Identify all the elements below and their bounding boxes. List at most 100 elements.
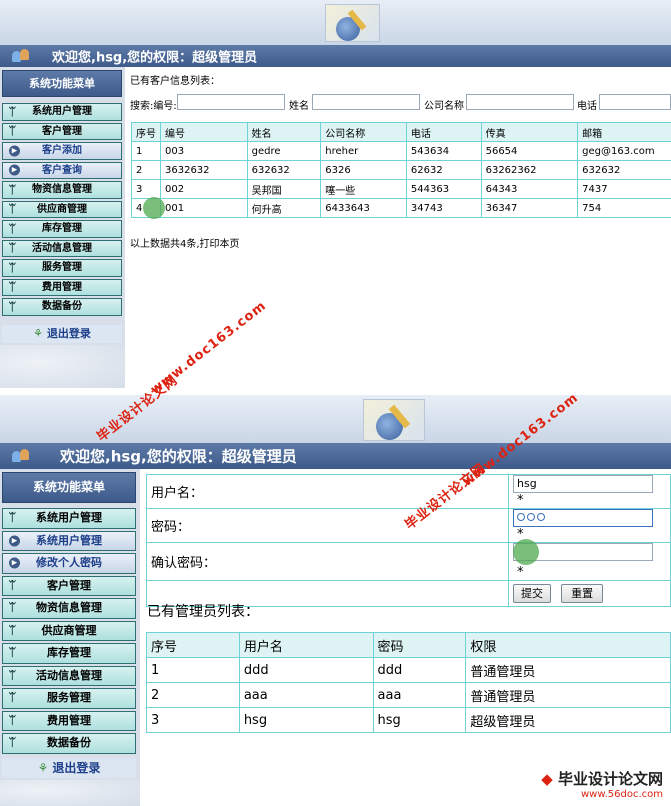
sidebar-item-label: 数据备份 bbox=[47, 736, 91, 749]
table-cell: 吴邦国 bbox=[246, 179, 322, 199]
table-cell: 2 bbox=[146, 682, 240, 708]
sidebar-item[interactable]: ᛠ 库存管理 bbox=[2, 220, 122, 238]
username-input[interactable]: hsg bbox=[513, 475, 653, 493]
column-header: 姓名 bbox=[246, 122, 322, 142]
sidebar-item[interactable]: ▶ 客户添加 bbox=[2, 142, 122, 160]
password-form: 用户名： hsg * 密码： * 确认密码： * 提交 重置 bbox=[146, 474, 671, 607]
sidebar-item[interactable]: ᛠ 服务管理 bbox=[2, 259, 122, 277]
table-cell: 1 bbox=[146, 657, 240, 683]
table-row[interactable]: 4 001 何升高 6433643 34743 36347 754 bbox=[131, 198, 671, 218]
logout-icon: ⚘ bbox=[33, 327, 43, 340]
sidebar-item[interactable]: ᛠ 服务管理 bbox=[2, 688, 136, 709]
table-cell: 36347 bbox=[480, 198, 579, 218]
sidebar-item-label: 活动信息管理 bbox=[36, 668, 102, 682]
sidebar-item-label: 数据备份 bbox=[42, 301, 82, 312]
table-row[interactable]: 3 hsg hsg 超级管理员 bbox=[146, 707, 671, 733]
sidebar-item[interactable]: ᛠ 数据备份 bbox=[2, 298, 122, 316]
logout-label: 退出登录 bbox=[52, 761, 101, 775]
table-cell: 62632 bbox=[405, 160, 482, 180]
sidebar-item-label: 活动信息管理 bbox=[32, 242, 92, 254]
table-cell: 普通管理员 bbox=[465, 657, 671, 683]
sidebar-item[interactable]: ᛠ 物资信息管理 bbox=[2, 181, 122, 199]
sidebar-item[interactable]: ᛠ 库存管理 bbox=[2, 643, 136, 664]
column-header: 用户名 bbox=[238, 632, 374, 658]
tool-icon: ᛠ bbox=[9, 691, 16, 704]
search-company-label: 公司名称 bbox=[424, 101, 464, 112]
required-mark: * bbox=[517, 493, 524, 508]
sidebar: 系统功能菜单 ᛠ 系统用户管理 ▶ 系统用户管理 ▶ 修改个人密码 ᛠ 客户管理 ᛠ 物资信息管理… bbox=[0, 469, 140, 806]
sidebar-item[interactable]: ▶ 修改个人密码 bbox=[2, 553, 136, 574]
tool-icon: ᛠ bbox=[9, 202, 16, 216]
sidebar-item[interactable]: ᛠ 物资信息管理 bbox=[2, 598, 136, 619]
footer-site-cn: 毕业设计论文网 bbox=[557, 770, 663, 788]
column-header: 电话 bbox=[405, 122, 482, 142]
sidebar-item[interactable]: ▶ 系统用户管理 bbox=[2, 530, 136, 551]
sidebar-item-label: 物资信息管理 bbox=[36, 601, 102, 614]
table-cell: 6326 bbox=[320, 160, 407, 180]
welcome-text: 欢迎您,hsg,您的权限：超级管理员 bbox=[60, 447, 297, 466]
logout-button[interactable]: ⚘ 退出登录 bbox=[2, 325, 122, 343]
sidebar-item-label: 客户查询 bbox=[42, 164, 82, 176]
table-row[interactable]: 3 002 吴邦国 噻一些 544363 64343 7437 bbox=[131, 179, 671, 199]
sidebar-item[interactable]: ᛠ 客户管理 bbox=[2, 122, 122, 140]
table-row[interactable]: 2 3632632 632632 6326 62632 63262362 632632 bbox=[131, 160, 671, 180]
column-header: 编号 bbox=[160, 122, 248, 142]
sidebar-item-label: 修改个人密码 bbox=[36, 556, 102, 569]
sidebar-item[interactable]: ᛠ 活动信息管理 bbox=[2, 239, 122, 257]
search-name-input[interactable] bbox=[312, 94, 420, 110]
sidebar-item-label: 物资信息管理 bbox=[32, 184, 92, 195]
table-row[interactable]: 1 ddd ddd 普通管理员 bbox=[146, 657, 671, 683]
tool-icon: ᛠ bbox=[9, 183, 16, 196]
table-cell: 632632 bbox=[246, 160, 322, 180]
logout-button[interactable]: ⚘ 退出登录 bbox=[2, 758, 136, 778]
sidebar-item[interactable]: ᛠ 活动信息管理 bbox=[2, 665, 136, 686]
table-cell: 003 bbox=[160, 141, 248, 161]
search-code-input[interactable] bbox=[177, 94, 285, 110]
sidebar-item-label: 服务管理 bbox=[42, 262, 82, 273]
sidebar-item[interactable]: ᛠ 客户管理 bbox=[2, 575, 136, 596]
arrow-circle-icon: ▶ bbox=[9, 145, 20, 157]
users-icon bbox=[12, 449, 32, 463]
search-company-input[interactable] bbox=[466, 94, 574, 110]
table-cell: 63262362 bbox=[480, 160, 579, 180]
admin-table: 序号 用户名 密码 权限 1 ddd ddd 普通管理员 2 aaa aaa 普通管理员 3 hsg hsg… bbox=[146, 632, 671, 733]
arrow-circle-icon: ▶ bbox=[9, 557, 20, 569]
logout-label: 退出登录 bbox=[46, 327, 91, 340]
confirm-password-label: 确认密码： bbox=[151, 556, 217, 571]
map-decoration bbox=[0, 345, 125, 388]
sidebar-item[interactable]: ᛠ 系统用户管理 bbox=[2, 508, 136, 529]
table-cell: 543634 bbox=[405, 141, 482, 161]
tool-icon: ᛠ bbox=[9, 623, 16, 637]
reset-button[interactable]: 重置 bbox=[561, 584, 604, 603]
sidebar-item[interactable]: ▶ 客户查询 bbox=[2, 161, 122, 179]
sidebar-item[interactable]: ᛠ 费用管理 bbox=[2, 710, 136, 731]
table-cell: 3 bbox=[146, 707, 240, 733]
submit-button[interactable]: 提交 bbox=[513, 584, 551, 603]
password-input[interactable] bbox=[513, 509, 653, 527]
sidebar-item[interactable]: ᛠ 供应商管理 bbox=[2, 200, 122, 218]
table-row[interactable]: 2 aaa aaa 普通管理员 bbox=[146, 682, 671, 708]
table-row[interactable]: 1 003 gedre hreher 543634 56654 geg@163.com bbox=[131, 141, 671, 161]
arrow-circle-icon: ▶ bbox=[9, 535, 20, 547]
banner-logo-icon bbox=[325, 4, 380, 42]
sidebar-item[interactable]: ᛠ 供应商管理 bbox=[2, 620, 136, 641]
sidebar-item[interactable]: ᛠ 数据备份 bbox=[2, 733, 136, 754]
sidebar-item-label: 系统用户管理 bbox=[32, 106, 92, 117]
tool-icon: ᛠ bbox=[9, 261, 16, 274]
table-cell: 1 bbox=[131, 141, 161, 161]
column-header: 密码 bbox=[372, 632, 467, 658]
sidebar-item[interactable]: ᛠ 费用管理 bbox=[2, 278, 122, 296]
admin-user-screen: 欢迎您,hsg,您的权限：超级管理员 系统功能菜单 ᛠ 系统用户管理 ▶ 系统用户管理… bbox=[0, 395, 671, 806]
footer-url: www.56doc.com bbox=[580, 789, 663, 800]
sidebar-title: 系统功能菜单 bbox=[2, 472, 136, 503]
table-cell: aaa bbox=[238, 682, 374, 708]
table-cell: 普通管理员 bbox=[465, 682, 671, 708]
welcome-bar: 欢迎您,hsg,您的权限：超级管理员 bbox=[0, 443, 671, 469]
table-cell: hsg bbox=[238, 707, 374, 733]
search-phone-input[interactable] bbox=[599, 94, 671, 110]
sidebar-item[interactable]: ᛠ 系统用户管理 bbox=[2, 103, 122, 121]
tool-icon: ᛠ bbox=[9, 713, 16, 727]
table-header-row: 序号 编号 姓名 公司名称 电话 传真 邮箱 bbox=[131, 122, 671, 142]
admin-list-title: 已有管理员列表： bbox=[147, 604, 259, 620]
tool-icon: ᛠ bbox=[9, 736, 16, 749]
